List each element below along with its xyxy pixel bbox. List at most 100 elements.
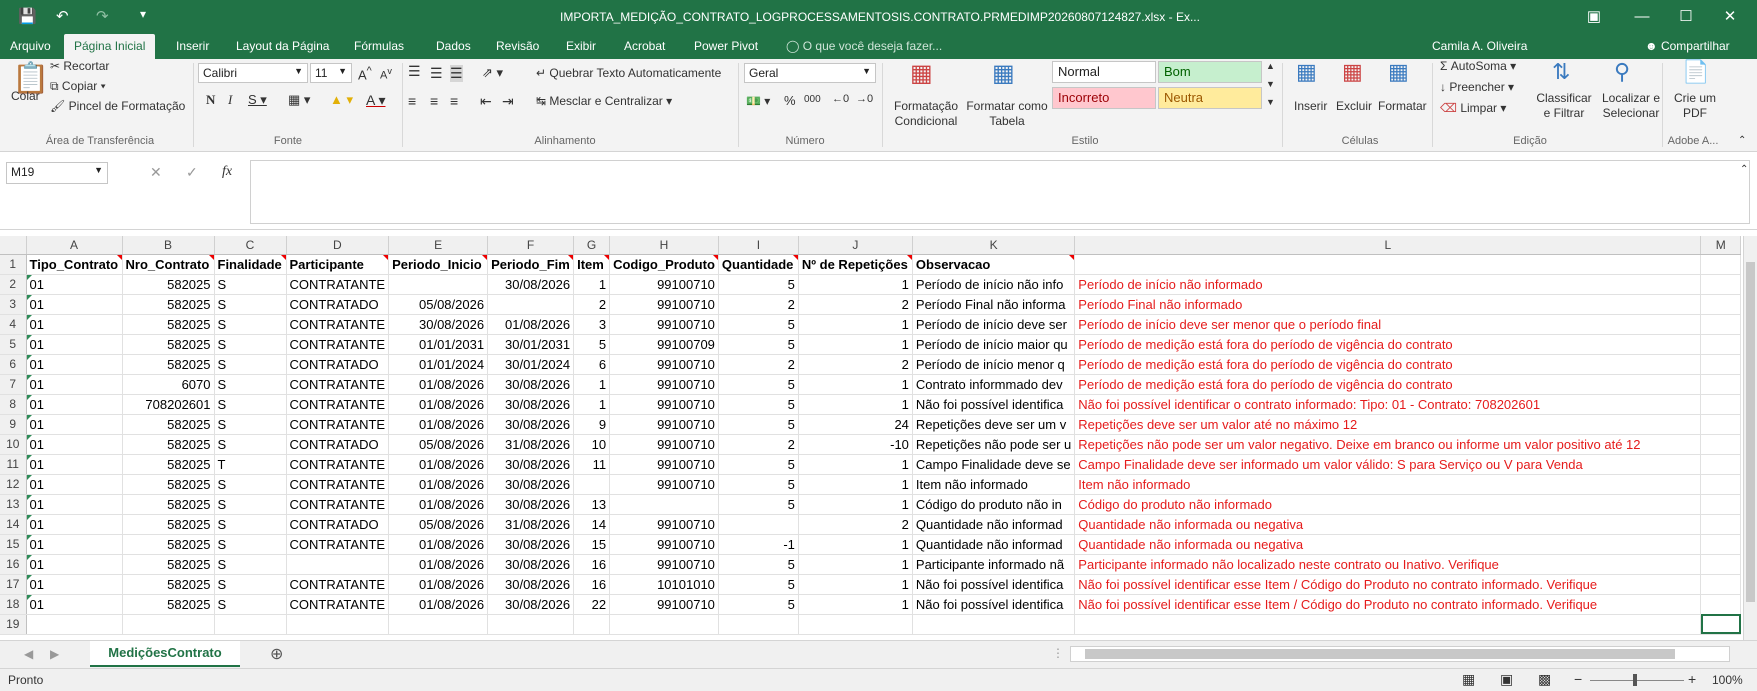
tab-data[interactable]: Dados [426,34,481,59]
cell[interactable]: 99100710 [609,594,719,615]
cell[interactable]: 05/08/2026 [388,514,489,535]
cell[interactable]: 1 [798,394,913,415]
cell[interactable]: Período de início deve ser [912,314,1076,335]
cell[interactable]: 582025 [122,274,215,295]
normal-view-icon[interactable]: ▦ [1462,671,1475,688]
cell[interactable]: Período de início menor q [912,354,1076,375]
tab-page-layout[interactable]: Layout da Página [226,34,339,59]
cell[interactable] [573,474,611,495]
cell[interactable]: S [214,394,287,415]
cell[interactable]: 5 [718,554,799,575]
split-handle-icon[interactable]: ⋮ [1052,646,1064,660]
cell[interactable]: 30/08/2026 [388,314,489,335]
cell[interactable]: Item não informado [1074,474,1702,495]
clear-button[interactable]: ⌫ Limpar ▾ [1440,101,1506,115]
insert-function-icon[interactable]: fx [222,164,232,180]
cell[interactable]: 6 [573,354,611,375]
style-normal[interactable]: Normal [1052,61,1156,83]
row-header[interactable]: 3 [0,294,27,315]
fill-button[interactable]: ↓ Preencher ▾ [1440,80,1514,94]
find-select-button[interactable]: Localizar e Selecionar [1594,91,1668,121]
column-header[interactable]: H [609,236,719,255]
format-painter-button[interactable]: 🖌 Pincel de Formatação [50,99,185,113]
cell[interactable]: 30/01/2031 [487,334,575,355]
insert-cells-button[interactable]: Inserir [1294,99,1327,113]
cell[interactable]: S [214,434,287,455]
cell[interactable]: 582025 [122,294,215,315]
customize-qat-icon[interactable]: ▾ [140,7,146,21]
cell[interactable] [1700,594,1742,615]
row-header[interactable]: 17 [0,574,27,595]
cell[interactable]: Período de medição está fora do período … [1074,354,1702,375]
cell[interactable] [1700,514,1742,535]
cell[interactable]: 582025 [122,354,215,375]
cell[interactable]: 30/08/2026 [487,554,575,575]
cell[interactable]: 31/08/2026 [487,514,575,535]
cell[interactable]: 99100710 [609,454,719,475]
cell[interactable]: S [214,294,287,315]
cell[interactable]: 30/08/2026 [487,394,575,415]
cell[interactable]: 30/08/2026 [487,474,575,495]
cell[interactable]: 01 [26,514,123,535]
zoom-slider[interactable] [1590,680,1684,681]
row-header[interactable]: 13 [0,494,27,515]
header-cell[interactable] [1074,254,1702,275]
cell[interactable]: 15 [573,534,611,555]
align-center-icon[interactable]: ≡ [430,93,438,109]
enter-icon[interactable]: ✓ [186,164,198,181]
cell[interactable]: 1 [573,274,611,295]
row-header[interactable]: 14 [0,514,27,535]
align-bottom-icon[interactable]: ☰ [450,65,463,82]
header-cell[interactable]: Observacao [912,254,1076,275]
minimize-button[interactable]: — [1620,4,1664,30]
cell[interactable] [286,614,390,635]
cell[interactable]: 30/08/2026 [487,494,575,515]
cell[interactable]: 99100710 [609,294,719,315]
cell[interactable]: CONTRATADO [286,354,390,375]
row-header[interactable]: 9 [0,414,27,435]
bold-button[interactable]: N [206,92,215,108]
cell[interactable]: 14 [573,514,611,535]
user-name[interactable]: Camila A. Oliveira [1432,39,1527,53]
thousands-separator-icon[interactable]: 000 [804,94,821,105]
cell[interactable]: S [214,274,287,295]
zoom-level[interactable]: 100% [1712,673,1743,687]
cell[interactable]: 2 [798,514,913,535]
cell[interactable]: 5 [718,414,799,435]
format-cells-button[interactable]: Formatar [1378,99,1427,113]
cell[interactable]: 01 [26,554,123,575]
zoom-slider-thumb[interactable] [1633,674,1637,686]
cell[interactable]: 1 [798,554,913,575]
cell[interactable]: 5 [718,274,799,295]
cell[interactable]: 5 [718,374,799,395]
cell[interactable]: 01 [26,574,123,595]
cell[interactable]: Quantidade não informada ou negativa [1074,534,1702,555]
increase-decimal-icon[interactable]: ←0 [832,93,849,105]
cell[interactable]: 30/08/2026 [487,534,575,555]
column-header[interactable]: E [388,236,489,255]
cell[interactable]: Item não informado [912,474,1076,495]
cell[interactable]: Não foi possível identificar esse Item /… [1074,594,1702,615]
cell[interactable]: 5 [718,334,799,355]
cell[interactable]: S [214,354,287,375]
row-header[interactable]: 11 [0,454,27,475]
header-cell[interactable]: Periodo_Fim [487,254,575,275]
cell[interactable]: 01 [26,274,123,295]
add-sheet-icon[interactable]: ⊕ [270,644,283,664]
cell[interactable]: 01 [26,534,123,555]
fill-color-icon[interactable]: ▲ ▾ [330,92,353,108]
decrease-indent-icon[interactable]: ⇤ [480,93,492,110]
cell[interactable]: S [214,554,287,575]
worksheet-grid[interactable]: A B C D E F G H I J K L M 1 Tipo_Contrato Nro_Contrato F… [0,236,1757,640]
cell[interactable]: CONTRATANTE [286,534,390,555]
column-header[interactable]: M [1700,236,1742,255]
next-sheet-icon[interactable]: ▶ [50,647,59,661]
cell[interactable]: 01 [26,374,123,395]
horizontal-scrollbar[interactable] [1070,646,1730,662]
cell[interactable]: S [214,334,287,355]
cell[interactable]: -10 [798,434,913,455]
cell[interactable] [912,614,1076,635]
cell[interactable]: 3 [573,314,611,335]
header-cell[interactable]: Item [573,254,611,275]
cell[interactable]: 01 [26,414,123,435]
